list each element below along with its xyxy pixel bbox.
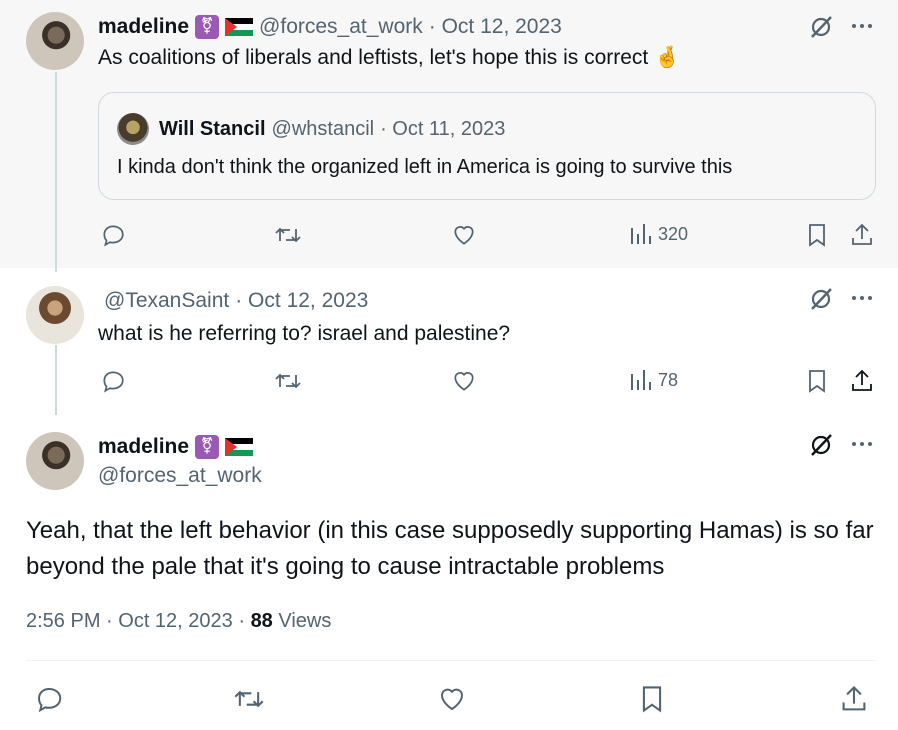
reply-icon[interactable] bbox=[100, 368, 126, 394]
trans-symbol-icon: ⚧ bbox=[195, 15, 220, 39]
timestamp[interactable]: · Oct 12, 2023 bbox=[235, 289, 368, 313]
timestamp[interactable]: 2:56 PM · Oct 12, 2023 · bbox=[26, 610, 245, 632]
view-count: 88 bbox=[250, 610, 273, 632]
tweet-2-header: @TexanSaint · Oct 12, 2023 bbox=[104, 286, 368, 316]
display-name: Will Stancil bbox=[159, 117, 266, 140]
username: @whstancil bbox=[271, 117, 375, 140]
palestine-flag-icon bbox=[225, 438, 254, 456]
bookmark-icon[interactable] bbox=[805, 222, 829, 248]
view-count: 320 bbox=[658, 223, 689, 244]
username[interactable]: @forces_at_work bbox=[259, 15, 423, 39]
divider bbox=[26, 660, 876, 661]
more-icon[interactable] bbox=[850, 432, 874, 456]
display-name[interactable]: madeline bbox=[98, 435, 189, 459]
avatar bbox=[117, 113, 149, 145]
bookmark-icon[interactable] bbox=[638, 684, 666, 714]
thread-line bbox=[55, 345, 57, 415]
bookmark-icon[interactable] bbox=[805, 368, 829, 394]
quoted-text: I kinda don't think the organized left i… bbox=[117, 156, 733, 178]
username[interactable]: @TexanSaint bbox=[104, 289, 229, 313]
share-icon[interactable] bbox=[850, 222, 874, 248]
quoted-tweet[interactable]: Will Stancil @whstancil · Oct 11, 2023 I… bbox=[98, 92, 876, 200]
view-count: 78 bbox=[658, 369, 679, 390]
views-button[interactable]: 320 bbox=[630, 222, 688, 246]
views-label: Views bbox=[278, 610, 332, 632]
quoted-header: Will Stancil @whstancil · Oct 11, 2023 bbox=[159, 115, 505, 143]
timestamp[interactable]: · Oct 12, 2023 bbox=[429, 15, 562, 39]
grok-icon[interactable] bbox=[808, 14, 834, 40]
main-header: madeline ⚧ bbox=[98, 432, 254, 462]
reply-icon[interactable] bbox=[100, 222, 126, 248]
grok-icon[interactable] bbox=[808, 432, 834, 458]
bar-chart-icon bbox=[631, 370, 651, 390]
reply-icon[interactable] bbox=[34, 684, 64, 714]
heart-icon[interactable] bbox=[437, 684, 467, 714]
tweet-metadata: 2:56 PM · Oct 12, 2023 · 88 Views bbox=[26, 610, 331, 633]
grok-icon[interactable] bbox=[808, 286, 834, 312]
crossed-fingers-emoji: 🤞 bbox=[654, 46, 681, 69]
avatar[interactable] bbox=[26, 12, 84, 70]
thread-line bbox=[55, 72, 57, 272]
heart-icon[interactable] bbox=[451, 222, 477, 248]
display-name[interactable]: madeline bbox=[98, 15, 189, 39]
timestamp: · Oct 11, 2023 bbox=[380, 117, 506, 140]
main-tweet-text: Yeah, that the left behavior (in this ca… bbox=[26, 517, 874, 580]
avatar[interactable] bbox=[26, 286, 84, 344]
trans-symbol-icon: ⚧ bbox=[195, 435, 220, 459]
tweet-1-text: As coalitions of liberals and leftists, … bbox=[98, 46, 680, 70]
retweet-icon[interactable] bbox=[274, 222, 302, 248]
username[interactable]: @forces_at_work bbox=[98, 464, 262, 488]
palestine-flag-icon bbox=[225, 18, 254, 36]
views-button[interactable]: 78 bbox=[630, 368, 678, 392]
tweet-text: what is he referring to? israel and pale… bbox=[98, 322, 511, 345]
tweet-1-header: madeline ⚧ @forces_at_work · Oct 12, 202… bbox=[98, 12, 562, 42]
bar-chart-icon bbox=[631, 224, 651, 244]
retweet-icon[interactable] bbox=[233, 684, 265, 714]
retweet-icon[interactable] bbox=[274, 368, 302, 394]
avatar[interactable] bbox=[26, 432, 84, 490]
more-icon[interactable] bbox=[850, 286, 874, 310]
more-icon[interactable] bbox=[850, 14, 874, 38]
share-icon[interactable] bbox=[840, 684, 868, 714]
share-icon[interactable] bbox=[850, 368, 874, 394]
tweet-text: As coalitions of liberals and leftists, … bbox=[98, 46, 649, 69]
heart-icon[interactable] bbox=[451, 368, 477, 394]
